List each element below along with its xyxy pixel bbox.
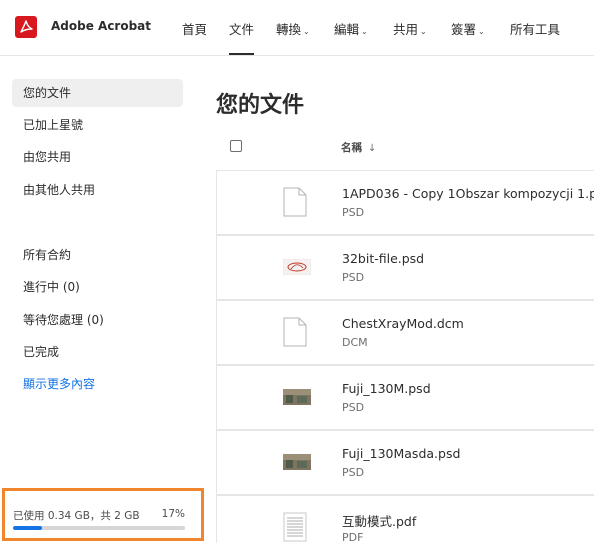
- brand-name[interactable]: Adobe Acrobat: [51, 19, 151, 33]
- arrow-down-icon[interactable]: ↓: [368, 143, 376, 154]
- nav-item-label: 所有工具: [510, 22, 561, 37]
- chevron-down-icon: ⌄: [303, 27, 310, 36]
- nav-item-label: 轉換: [276, 22, 302, 37]
- sidebar-item-0[interactable]: 您的文件: [12, 79, 183, 107]
- chevron-down-icon: ⌄: [478, 27, 485, 36]
- nav-item-3[interactable]: 編輯 ⌄: [334, 19, 368, 38]
- top-bar: Adobe Acrobat 首頁 文件 轉換 ⌄ 編輯 ⌄ 共用 ⌄ 簽署 ⌄ 所有工具: [0, 0, 594, 56]
- nav-item-4[interactable]: 共用 ⌄: [393, 19, 427, 38]
- file-name[interactable]: Fuji_130M.psd: [342, 381, 431, 396]
- nav-item-2[interactable]: 轉換 ⌄: [276, 19, 310, 38]
- file-row[interactable]: Fuji_130M.psd PSD: [216, 365, 594, 430]
- file-type: DCM: [342, 336, 368, 349]
- main-content: 您的文件 名稱 ↓ 1APD036 - Copy 1Obszar kompozyc…: [216, 57, 594, 543]
- sidebar: 您的文件已加上星號由您共用由其他人共用 所有合約進行中 (0) 等待您處理 (0) 已…: [0, 57, 204, 543]
- file-type: PSD: [342, 466, 365, 479]
- file-row[interactable]: 1APD036 - Copy 1Obszar kompozycji 1.psd P…: [216, 170, 594, 235]
- file-thumbnail: [283, 447, 311, 477]
- sidebar-item-6[interactable]: 等待您處理 (0): [12, 306, 183, 334]
- nav-item-label: 首頁: [182, 22, 208, 37]
- sidebar-item-7[interactable]: 已完成: [12, 338, 183, 366]
- file-row[interactable]: Fuji_130Masda.psd PSD: [216, 430, 594, 495]
- file-name[interactable]: Fuji_130Masda.psd: [342, 446, 460, 461]
- file-name[interactable]: 32bit-file.psd: [342, 251, 424, 266]
- select-all-checkbox[interactable]: [230, 140, 242, 152]
- file-thumbnail: [283, 252, 311, 282]
- storage-percent: 17%: [161, 508, 185, 520]
- sidebar-item-4[interactable]: 所有合約: [12, 241, 183, 269]
- page-title: 您的文件: [216, 93, 305, 118]
- file-type: PDF: [342, 531, 364, 543]
- file-row[interactable]: ChestXrayMod.dcm DCM: [216, 300, 594, 365]
- acrobat-logo-icon[interactable]: [15, 16, 37, 38]
- sidebar-item-1[interactable]: 已加上星號: [12, 111, 183, 139]
- storage-usage: 已使用 0.34 GB，共 2 GB 17%: [2, 488, 204, 541]
- file-type: PSD: [342, 271, 365, 284]
- chevron-down-icon: ⌄: [420, 27, 427, 36]
- file-name[interactable]: ChestXrayMod.dcm: [342, 316, 464, 331]
- column-name-label: 名稱: [341, 142, 362, 154]
- column-header-name[interactable]: 名稱 ↓: [341, 140, 376, 155]
- file-row[interactable]: 32bit-file.psd PSD: [216, 235, 594, 300]
- document-icon: [283, 317, 311, 347]
- sidebar-item-5[interactable]: 進行中 (0): [12, 273, 183, 301]
- nav-item-6[interactable]: 所有工具: [510, 19, 560, 38]
- nav-item-label: 共用: [393, 22, 419, 37]
- file-thumbnail: [283, 382, 311, 412]
- nav-item-5[interactable]: 簽署 ⌄: [451, 19, 485, 38]
- storage-progress-bar: [13, 526, 185, 530]
- storage-progress-fill: [13, 526, 43, 530]
- sidebar-item-8[interactable]: 顯示更多內容: [12, 370, 183, 398]
- file-row[interactable]: 互動模式.pdf PDF: [216, 495, 594, 543]
- nav-item-label: 簽署: [451, 22, 477, 37]
- file-type: PSD: [342, 401, 365, 414]
- sidebar-item-2[interactable]: 由您共用: [12, 143, 183, 171]
- file-name[interactable]: 1APD036 - Copy 1Obszar kompozycji 1.psd: [342, 186, 594, 201]
- chevron-down-icon: ⌄: [361, 27, 368, 36]
- nav-item-0[interactable]: 首頁: [182, 19, 207, 38]
- file-name[interactable]: 互動模式.pdf: [342, 511, 416, 530]
- nav-item-label: 文件: [229, 22, 255, 37]
- document-icon: [283, 187, 311, 217]
- nav-item-1[interactable]: 文件: [229, 19, 255, 55]
- file-type: PSD: [342, 206, 365, 219]
- document-icon: [283, 512, 311, 542]
- sidebar-item-3[interactable]: 由其他人共用: [12, 176, 183, 204]
- nav-item-label: 編輯: [334, 22, 360, 37]
- file-list-header: 名稱 ↓: [216, 137, 594, 167]
- storage-usage-text: 已使用 0.34 GB，共 2 GB: [13, 510, 140, 522]
